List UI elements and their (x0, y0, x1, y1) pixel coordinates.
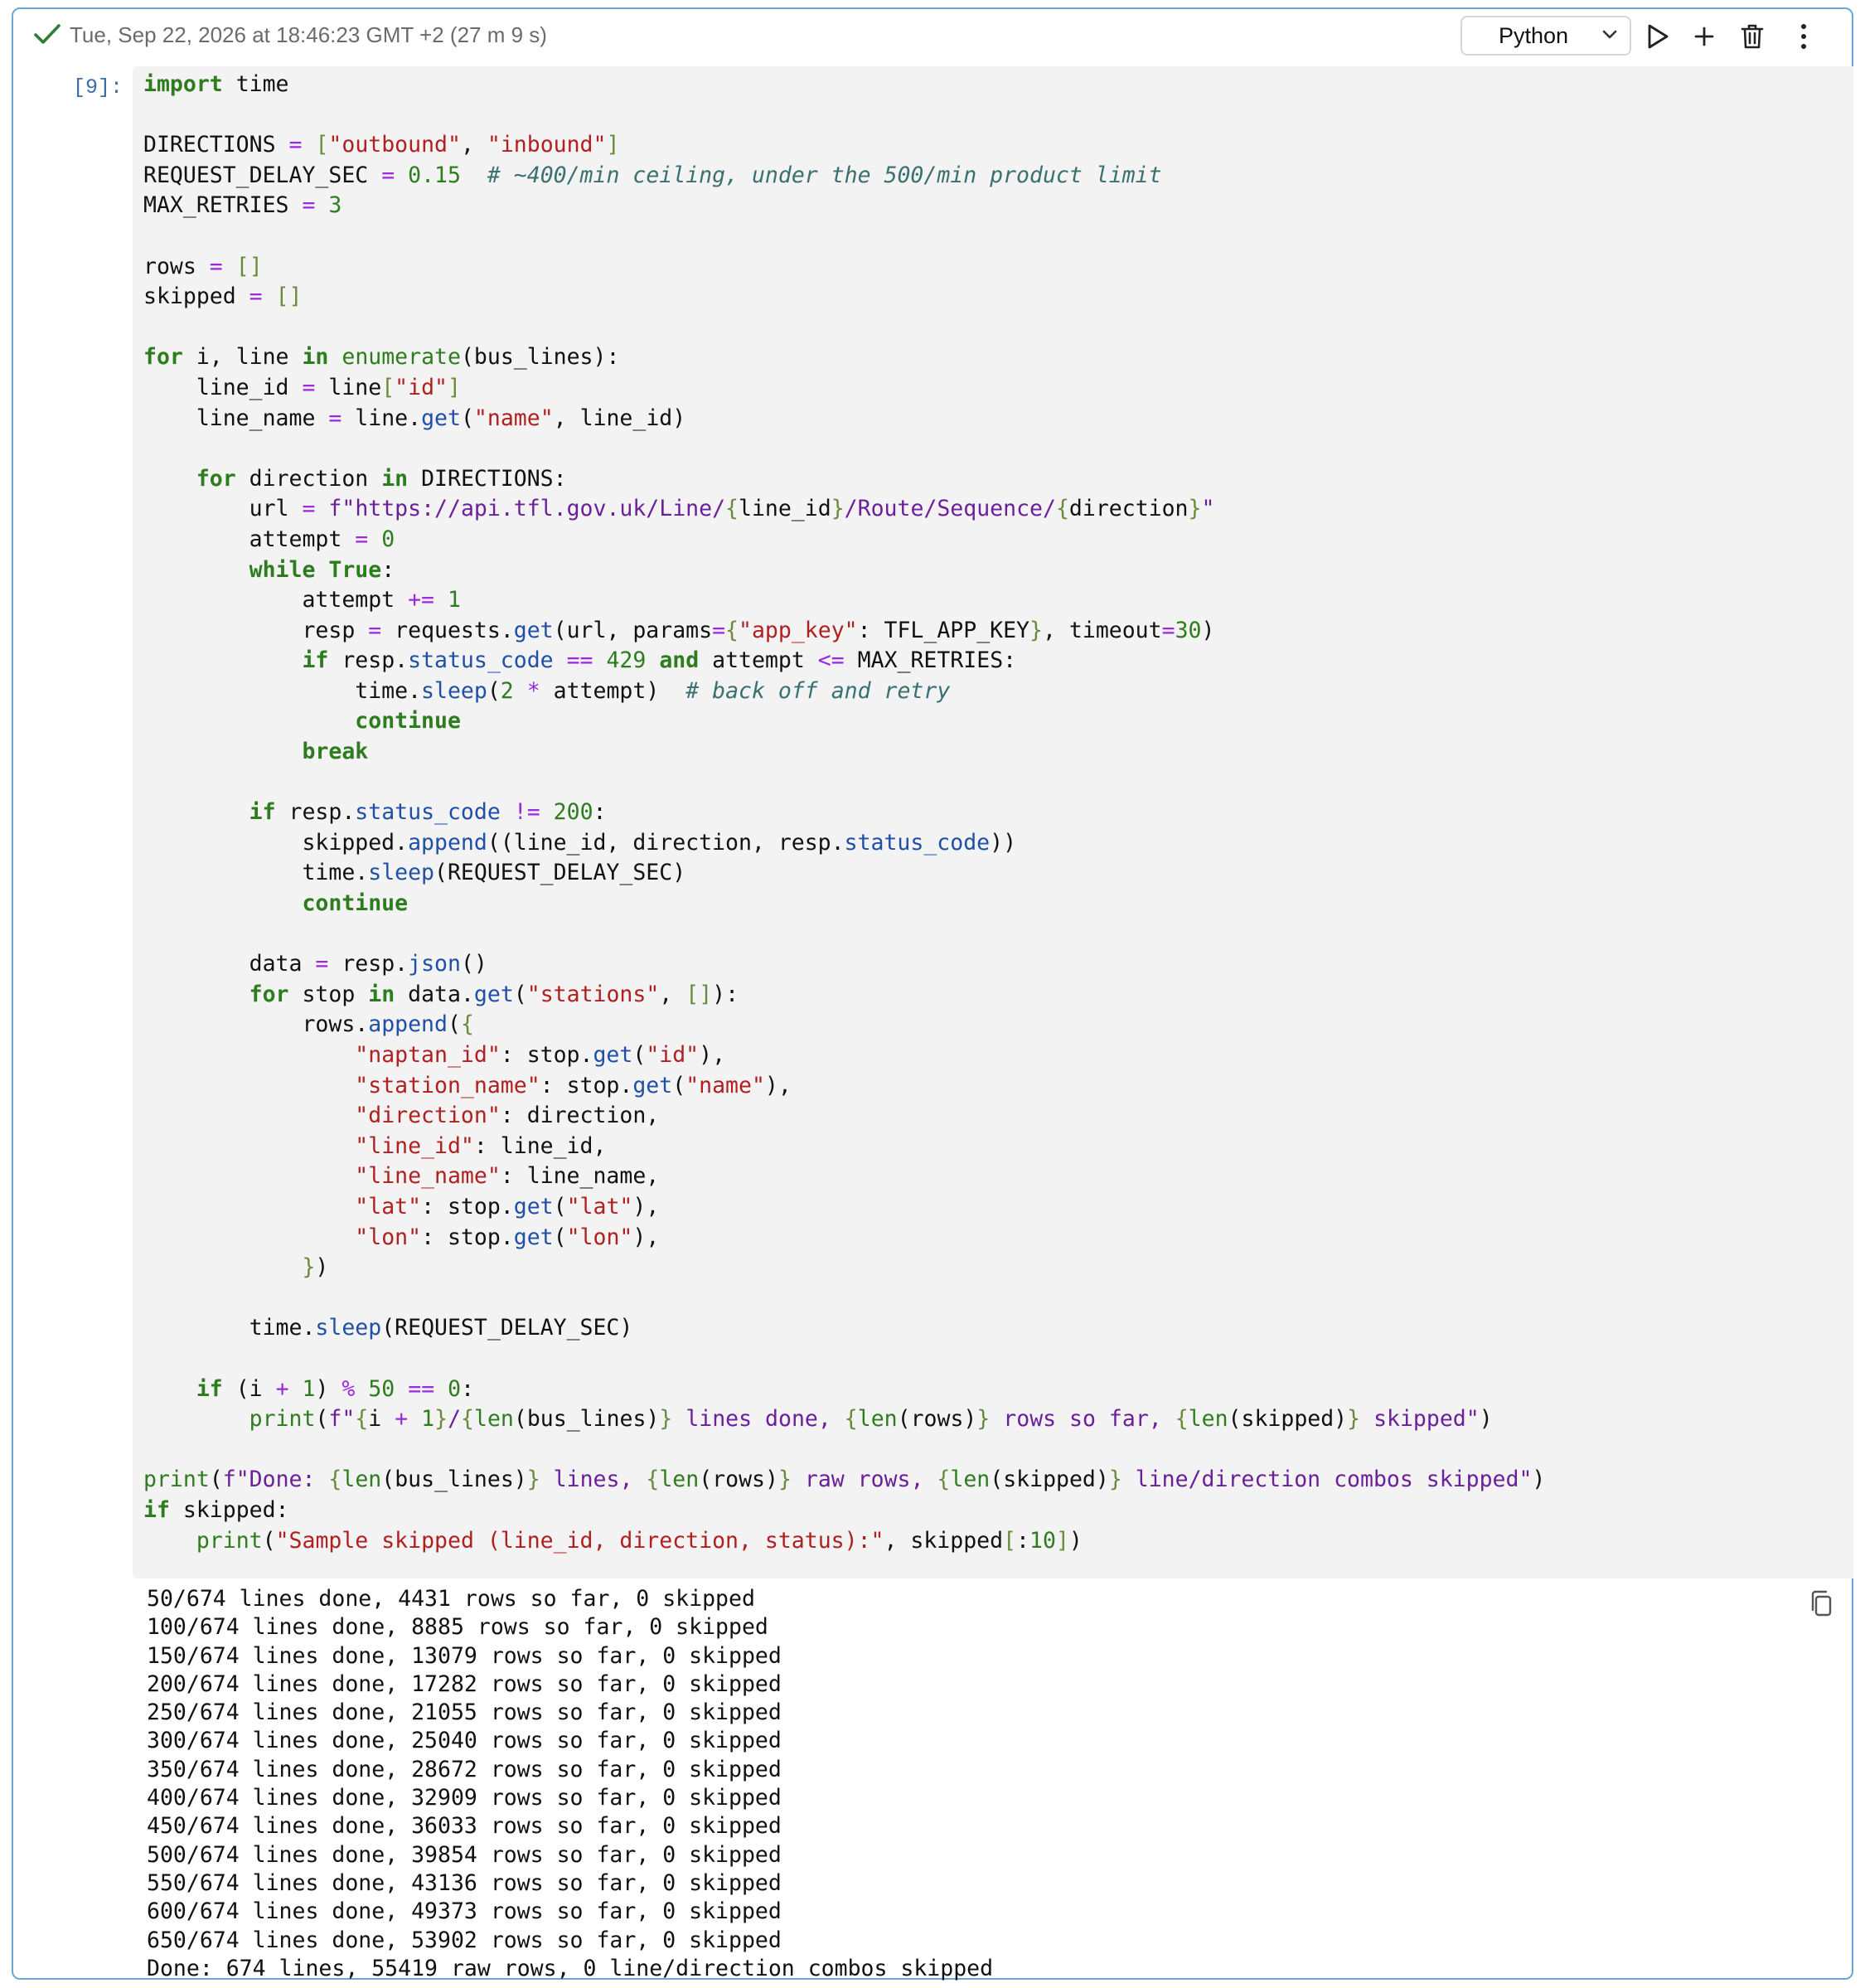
run-cell-button[interactable] (1641, 20, 1674, 53)
more-options-button[interactable] (1787, 20, 1820, 53)
kernel-select[interactable]: Python (1461, 16, 1631, 56)
add-cell-button[interactable] (1688, 20, 1721, 53)
checkmark-icon (34, 24, 61, 44)
run-icon (1648, 24, 1669, 49)
add-icon (1694, 27, 1714, 46)
code-content[interactable]: import time DIRECTIONS = ["outbound", "i… (143, 70, 1545, 1556)
chevron-down-icon (1602, 30, 1617, 39)
kernel-label: Python (1499, 23, 1569, 48)
execution-info: Tue, Sep 22, 2026 at 18:46:23 GMT +2 (27… (70, 22, 547, 47)
delete-icon (1741, 24, 1764, 49)
cell-output: 50/674 lines done, 4431 rows so far, 0 s… (147, 1586, 994, 1981)
execution-count: [9]: (73, 75, 124, 99)
copy-icon[interactable] (1807, 1588, 1837, 1618)
delete-cell-button[interactable] (1736, 20, 1769, 53)
more-icon (1801, 24, 1806, 49)
